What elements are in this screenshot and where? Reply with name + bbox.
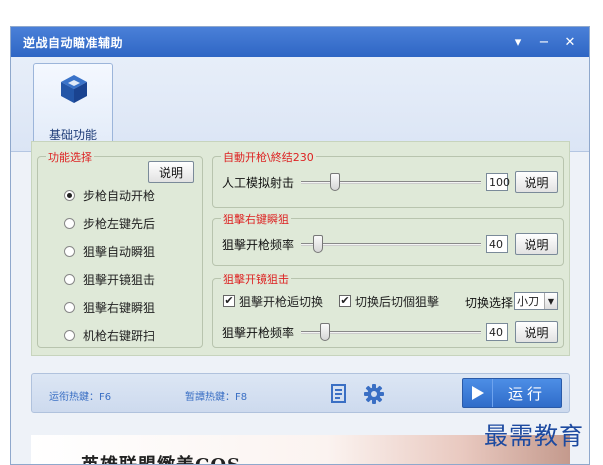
sniper-scope-legend: 狙擊开镜狙击 [221, 271, 291, 287]
checkbox-label: 狙擊开枪逅切换 [239, 294, 324, 309]
minimize-button[interactable]: − [531, 27, 557, 57]
watermark: 最需教育 [484, 422, 584, 450]
radio-label: 狙擊右键瞬狙 [83, 300, 156, 315]
switch-weapon-select[interactable]: 小刀 ▼ [514, 292, 558, 310]
switch-select-value: 小刀 [517, 295, 539, 308]
sniper-scope-help-button[interactable]: 说明 [515, 321, 558, 343]
slider-track [301, 243, 481, 246]
window-title: 逆战自动瞄准辅助 [23, 35, 124, 50]
radio-indicator [64, 217, 75, 229]
auto-fire-label: 人工模拟射击 [222, 176, 295, 190]
function-help-button[interactable]: 说明 [148, 161, 194, 183]
cube-icon [61, 75, 87, 103]
radio-sniper-scope-shot[interactable]: 狙擊开镜狙击 [64, 271, 155, 287]
radio-indicator [64, 273, 75, 285]
sniper-right-value-input[interactable]: 40 [486, 235, 508, 253]
auto-fire-value-input[interactable]: 100 [486, 173, 510, 191]
function-select-legend: 功能选择 [46, 149, 94, 165]
radio-sniper-auto-quickscope[interactable]: 狙擊自动瞬狙 [64, 243, 155, 259]
sniper-scope-rate-label: 狙擊开枪频率 [222, 326, 295, 340]
sniper-scope-value-input[interactable]: 40 [486, 323, 508, 341]
sniper-right-group: 狙擊右键瞬狙 狙擊开枪频率 40 说明 [212, 211, 564, 266]
play-icon [463, 379, 493, 407]
sniper-right-label: 狙擊开枪频率 [222, 238, 295, 252]
sniper-scope-group: 狙擊开镜狙击 ✔ 狙擊开枪逅切换 ✔ 切换后切個狙擊 切换选择 小刀 ▼ 狙擊开… [212, 271, 564, 348]
checkbox-label: 切换后切個狙擊 [355, 294, 440, 309]
slider-thumb[interactable] [330, 173, 340, 191]
radio-indicator [64, 329, 75, 341]
function-select-group: 功能选择 说明 步枪自动开枪 步枪左键先后 狙擊自动瞬狙 狙擊开镜狙击 狙擊右键… [37, 149, 203, 348]
status-bar: 运衔热鍵：F6 暂譚热鍵：F8 运行 [31, 373, 570, 413]
checkbox-indicator: ✔ [339, 294, 351, 307]
run-button-label: 运行 [507, 384, 546, 403]
chevron-down-icon: ▼ [544, 293, 557, 309]
sniper-right-legend: 狙擊右键瞬狙 [221, 211, 291, 227]
title-bar[interactable]: 逆战自动瞄准辅助 ▾ − ✕ [11, 27, 589, 57]
banner-text: 英雄联盟緻美COS [81, 451, 241, 464]
auto-fire-group: 自動开枪\終结230 人工模拟射击 100 说明 [212, 149, 564, 208]
radio-label: 步枪自动开枪 [83, 188, 156, 203]
run-button[interactable]: 运行 [462, 378, 562, 408]
radio-indicator [64, 189, 75, 201]
sniper-right-help-button[interactable]: 说明 [515, 233, 558, 255]
radio-rifle-left-click[interactable]: 步枪左键先后 [64, 215, 155, 231]
tab-basic-functions[interactable]: 基础功能 [33, 63, 113, 153]
toolbar: 基础功能 [11, 57, 589, 153]
auto-fire-legend: 自動开枪\終结230 [221, 149, 316, 165]
radio-label: 步枪左键先后 [83, 216, 156, 231]
radio-label: 机枪右键趼扫 [83, 328, 156, 343]
checkbox-switch-back-sniper[interactable]: ✔ 切换后切個狙擊 [339, 293, 439, 309]
auto-fire-slider[interactable] [301, 172, 481, 192]
slider-thumb[interactable] [313, 235, 323, 253]
run-hotkey-text: 运衔热鍵：F6 [49, 392, 112, 403]
radio-label: 狙擊自动瞬狙 [83, 244, 156, 259]
switch-select-label: 切换选择 [465, 296, 514, 310]
radio-indicator [64, 301, 75, 313]
sniper-scope-slider[interactable] [301, 322, 481, 342]
radio-rifle-auto-fire[interactable]: 步枪自动开枪 [64, 187, 155, 203]
menu-dropdown-button[interactable]: ▾ [505, 27, 531, 57]
checkbox-switch-after-fire[interactable]: ✔ 狙擊开枪逅切换 [223, 293, 323, 309]
document-icon[interactable] [330, 384, 348, 404]
close-button[interactable]: ✕ [557, 27, 583, 57]
settings-panel: 功能选择 说明 步枪自动开枪 步枪左键先后 狙擊自动瞬狙 狙擊开镜狙击 狙擊右键… [31, 141, 570, 356]
slider-track [301, 181, 481, 184]
radio-label: 狙擊开镜狙击 [83, 272, 156, 287]
auto-fire-help-button[interactable]: 说明 [515, 171, 558, 193]
slider-thumb[interactable] [320, 323, 330, 341]
checkbox-indicator: ✔ [223, 294, 235, 307]
app-window: 逆战自动瞄准辅助 ▾ − ✕ 基础功能 功能选择 说明 步枪自动开枪 步枪左键先… [10, 26, 590, 465]
sniper-right-slider[interactable] [301, 234, 481, 254]
radio-mg-right-sweep[interactable]: 机枪右键趼扫 [64, 327, 155, 343]
radio-indicator [64, 245, 75, 257]
window-controls: ▾ − ✕ [505, 27, 583, 57]
pause-hotkey-text: 暂譚热鍵：F8 [185, 392, 248, 403]
radio-sniper-right-quickscope[interactable]: 狙擊右键瞬狙 [64, 299, 155, 315]
gear-icon[interactable] [364, 384, 384, 404]
